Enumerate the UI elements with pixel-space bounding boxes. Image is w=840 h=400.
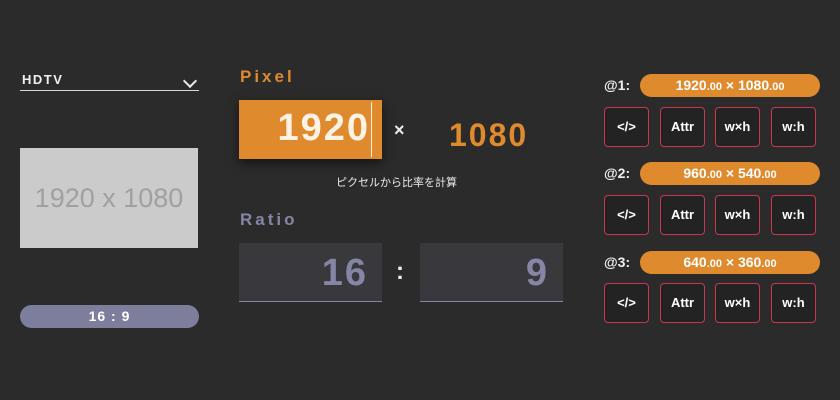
scale-1x-height: 1080 xyxy=(737,77,770,93)
scale-3x-width: 640 xyxy=(683,254,707,270)
text-caret xyxy=(371,102,372,157)
scale-2x-height: 540 xyxy=(737,165,762,181)
scale-2x-times: × xyxy=(725,165,735,181)
times-sign: × xyxy=(394,120,405,140)
height-input[interactable]: 1080 xyxy=(449,117,528,154)
scale-1x-height-decimals: .00 xyxy=(769,81,785,93)
scale-3x-width-decimals: .00 xyxy=(706,258,723,270)
calc-hint: ピクセルから比率を計算 xyxy=(336,176,457,189)
scale-size-3x: 640.00 × 360.00 xyxy=(640,251,820,274)
width-input[interactable]: 1920 xyxy=(239,100,382,159)
copy-ratio-button[interactable]: w:h xyxy=(771,195,816,235)
scale-1x-times: × xyxy=(725,77,735,93)
aspect-preview: 1920 x 1080 xyxy=(20,148,198,248)
ratio-badge: 16 : 9 xyxy=(20,305,199,328)
preview-text: 1920 x 1080 xyxy=(34,182,184,213)
ratio-left-value: 16 xyxy=(321,252,368,294)
scale-2x-width: 960 xyxy=(683,165,707,181)
copy-code-button[interactable]: </> xyxy=(604,283,649,323)
width-value: 1920 xyxy=(277,107,370,149)
ratio-colon: : xyxy=(396,258,404,285)
scale-1x-width: 1920 xyxy=(675,77,707,93)
scale-size-2x: 960.00 × 540.00 xyxy=(640,162,820,185)
pixel-title: Pixel xyxy=(240,67,295,86)
scale-label-2x: @2: xyxy=(604,165,631,181)
copy-wxh-button[interactable]: w×h xyxy=(715,283,760,323)
copy-wxh-button[interactable]: w×h xyxy=(715,107,760,147)
copy-ratio-button[interactable]: w:h xyxy=(771,283,816,323)
scale-2x-height-decimals: .00 xyxy=(761,169,777,181)
scale-label-1x: @1: xyxy=(604,77,631,93)
copy-attr-button[interactable]: Attr xyxy=(660,107,705,147)
copy-code-button[interactable]: </> xyxy=(604,107,649,147)
ratio-title: Ratio xyxy=(240,210,298,229)
scale-3x-height-decimals: .00 xyxy=(761,258,777,270)
ratio-right-value: 9 xyxy=(525,252,549,294)
preset-select[interactable]: HDTV xyxy=(20,70,199,91)
scale-size-1x: 1920.00 × 1080.00 xyxy=(640,74,820,97)
scale-label-3x: @3: xyxy=(604,254,631,270)
copy-ratio-button[interactable]: w:h xyxy=(771,107,816,147)
copy-wxh-button[interactable]: w×h xyxy=(715,195,760,235)
scale-3x-height: 360 xyxy=(737,254,762,270)
chevron-down-icon xyxy=(182,73,198,89)
scale-3x-times: × xyxy=(725,254,735,270)
copy-code-button[interactable]: </> xyxy=(604,195,649,235)
copy-attr-button[interactable]: Attr xyxy=(660,283,705,323)
ratio-left-input[interactable]: 16 xyxy=(239,243,382,302)
scale-1x-width-decimals: .00 xyxy=(706,81,723,93)
scale-2x-width-decimals: .00 xyxy=(706,169,723,181)
copy-attr-button[interactable]: Attr xyxy=(660,195,705,235)
ratio-right-input[interactable]: 9 xyxy=(420,243,563,302)
preset-label: HDTV xyxy=(22,72,64,87)
